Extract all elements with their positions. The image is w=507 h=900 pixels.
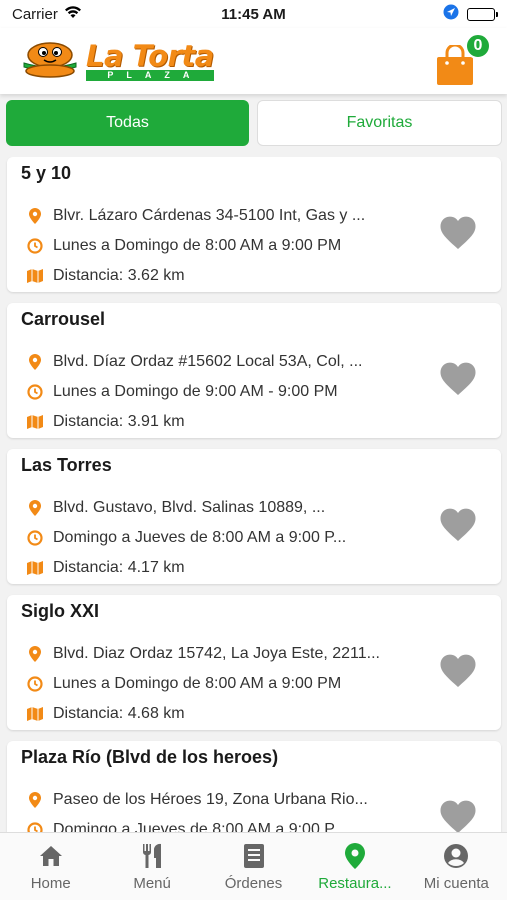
tab-account-label: Mi cuenta [423, 875, 489, 892]
cart-button[interactable]: 0 [435, 33, 491, 89]
location-pin-icon [27, 208, 43, 224]
map-icon [27, 414, 43, 430]
account-circle-icon [443, 843, 469, 869]
bottom-tab-bar: Home Menú Órdenes Restaura... Mi cuenta [0, 832, 507, 900]
restaurant-distance: Distancia: 4.17 km [53, 559, 185, 576]
clock-icon [27, 676, 43, 692]
status-bar: Carrier 11:45 AM [0, 0, 507, 28]
favorite-heart-icon[interactable] [439, 215, 477, 251]
tab-restaurants[interactable]: Restaura... [304, 833, 405, 900]
restaurant-name: Carrousel [21, 309, 106, 329]
map-icon [27, 268, 43, 284]
location-pin-icon [27, 354, 43, 370]
location-pin-icon [27, 646, 43, 662]
restaurant-hours: Lunes a Domingo de 8:00 AM a 9:00 PM [53, 675, 342, 692]
tab-todas[interactable]: Todas [6, 100, 249, 146]
restaurant-card[interactable]: Siglo XXI Blvd. Diaz Ordaz 15742, La Joy… [7, 595, 501, 730]
restaurant-address: Blvd. Díaz Ordaz #15602 Local 53A, Col, … [53, 353, 363, 370]
filter-segments: Todas Favoritas [6, 100, 502, 146]
torta-mascot-icon [20, 41, 80, 81]
favorite-heart-icon[interactable] [439, 799, 477, 832]
tab-home-label: Home [30, 875, 71, 892]
tab-restaurants-label: Restaura... [318, 875, 392, 892]
clock-icon [27, 822, 43, 832]
logo-title: La Torta [86, 38, 214, 73]
wifi-icon [64, 5, 82, 23]
restaurant-address: Blvd. Diaz Ordaz 15742, La Joya Este, 22… [53, 645, 380, 662]
location-arrow-icon [443, 4, 459, 24]
tab-account[interactable]: Mi cuenta [406, 833, 507, 900]
favorite-heart-icon[interactable] [439, 653, 477, 689]
receipt-icon [241, 843, 267, 869]
restaurant-address: Blvr. Lázaro Cárdenas 34-5100 Int, Gas y… [53, 207, 366, 224]
restaurant-name: Siglo XXI [21, 601, 100, 621]
brand-logo: La Torta PLAZA [20, 41, 214, 81]
clock-icon [27, 238, 43, 254]
restaurant-card[interactable]: Las Torres Blvd. Gustavo, Blvd. Salinas … [7, 449, 501, 584]
logo-subtitle: PLAZA [86, 69, 214, 81]
restaurant-card[interactable]: Carrousel Blvd. Díaz Ordaz #15602 Local … [7, 303, 501, 438]
carrier-label: Carrier [12, 5, 58, 23]
tab-orders[interactable]: Órdenes [203, 833, 304, 900]
favorite-heart-icon[interactable] [439, 507, 477, 543]
restaurant-distance: Distancia: 3.91 km [53, 413, 185, 430]
restaurant-hours: Lunes a Domingo de 8:00 AM a 9:00 PM [53, 237, 342, 254]
restaurant-name: Las Torres [21, 455, 112, 475]
restaurant-distance: Distancia: 4.68 km [53, 705, 185, 722]
restaurant-address: Paseo de los Héroes 19, Zona Urbana Rio.… [53, 791, 368, 808]
clock-icon [27, 530, 43, 546]
restaurant-distance: Distancia: 3.62 km [53, 267, 185, 284]
clock-icon [27, 384, 43, 400]
map-icon [27, 560, 43, 576]
home-icon [38, 843, 64, 869]
location-pin-icon [27, 500, 43, 516]
app-header: La Torta PLAZA 0 [0, 28, 507, 94]
fork-knife-icon [139, 843, 165, 869]
cart-count-badge: 0 [465, 33, 491, 59]
restaurant-card[interactable]: Plaza Río (Blvd de los heroes) Paseo de … [7, 741, 501, 832]
restaurant-list[interactable]: 5 y 10 Blvr. Lázaro Cárdenas 34-5100 Int… [0, 157, 507, 832]
restaurant-address: Blvd. Gustavo, Blvd. Salinas 10889, ... [53, 499, 326, 516]
tab-home[interactable]: Home [0, 833, 101, 900]
restaurant-name: Plaza Río (Blvd de los heroes) [21, 747, 279, 767]
tab-favoritas[interactable]: Favoritas [257, 100, 502, 146]
tab-orders-label: Órdenes [224, 875, 283, 892]
restaurant-hours: Lunes a Domingo de 9:00 AM - 9:00 PM [53, 383, 338, 400]
favorite-heart-icon[interactable] [439, 361, 477, 397]
tab-menu[interactable]: Menú [101, 833, 202, 900]
map-icon [27, 706, 43, 722]
map-pin-icon [342, 843, 368, 869]
restaurant-hours: Domingo a Jueves de 8:00 AM a 9:00 P... [53, 529, 347, 546]
restaurant-card[interactable]: 5 y 10 Blvr. Lázaro Cárdenas 34-5100 Int… [7, 157, 501, 292]
restaurant-name: 5 y 10 [21, 163, 72, 183]
tab-menu-label: Menú [133, 875, 171, 892]
battery-icon [467, 7, 498, 21]
restaurant-hours: Domingo a Jueves de 8:00 AM a 9:00 P... [53, 821, 347, 832]
location-pin-icon [27, 792, 43, 808]
